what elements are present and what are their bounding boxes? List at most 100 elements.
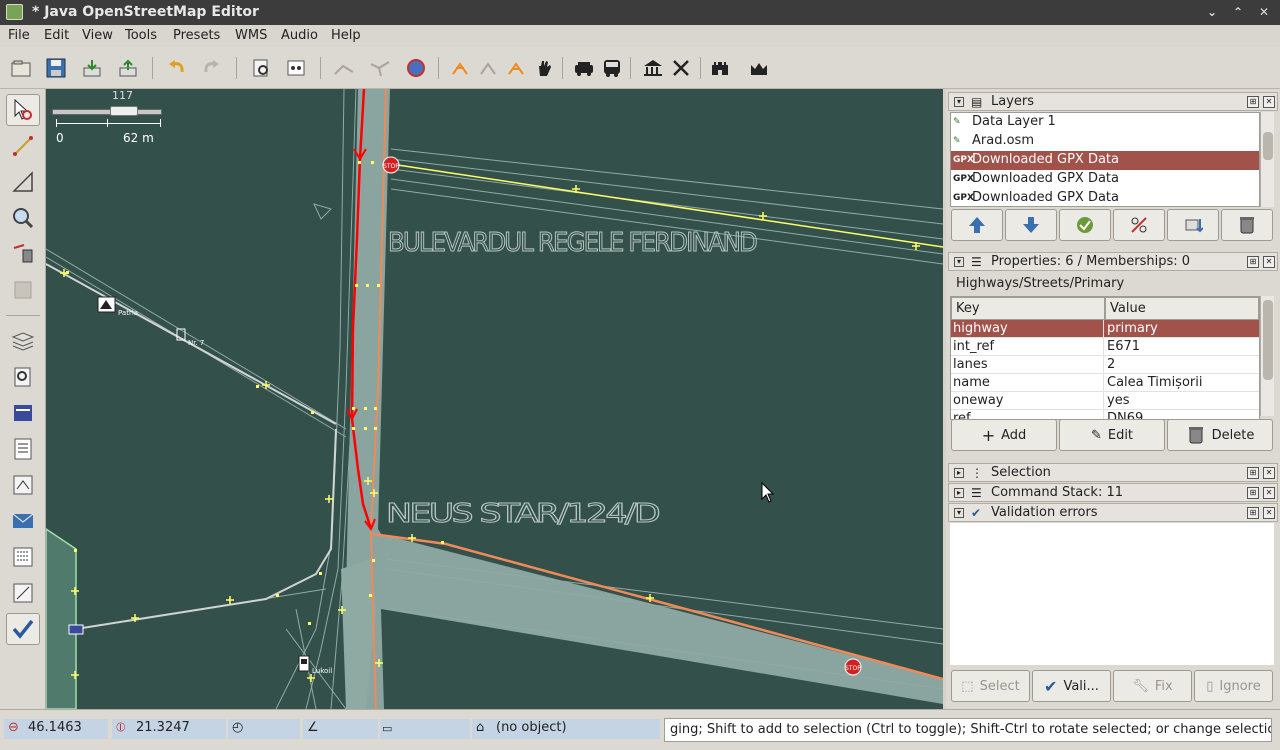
layers-scrollbar[interactable] [1260, 112, 1274, 207]
activate-layer-button[interactable] [1059, 209, 1111, 241]
redo-icon[interactable] [198, 55, 224, 81]
tag-row[interactable]: lanes 2 [951, 356, 1259, 374]
selection-header[interactable]: ▸ ⋮ Selection ⊞ ✕ [948, 463, 1278, 482]
key-column-header[interactable]: Key [951, 297, 1105, 320]
menu-audio[interactable]: Audio [281, 28, 318, 43]
menu-edit[interactable]: Edit [44, 28, 69, 43]
tag-row[interactable]: oneway yes [951, 392, 1259, 410]
split-way-icon[interactable] [331, 55, 357, 81]
crossing-icon[interactable] [668, 55, 694, 81]
layer-item-selected[interactable]: GPX Downloaded GPX Data [951, 151, 1259, 170]
stop-sign-east[interactable]: STOP [844, 658, 862, 676]
toggle-layers-icon[interactable] [6, 325, 40, 357]
side-road-southwest[interactable] [75, 428, 337, 630]
building-icon[interactable] [640, 55, 666, 81]
add-tag-button[interactable]: + Add [951, 419, 1057, 451]
toggle-visibility-button[interactable] [1113, 209, 1165, 241]
select-button[interactable]: ⬚ Select [951, 670, 1030, 702]
upload-icon[interactable] [115, 55, 141, 81]
poi-bus-stop-icon[interactable] [68, 624, 84, 635]
download-icon[interactable] [79, 55, 105, 81]
zoom-tool-icon[interactable] [6, 202, 40, 234]
align-circle-icon[interactable] [447, 55, 473, 81]
extrude-tool-icon[interactable] [6, 274, 40, 306]
collapse-icon[interactable]: ▾ [954, 97, 964, 107]
open-file-icon[interactable] [8, 55, 34, 81]
close-panel-icon[interactable]: ✕ [1263, 487, 1275, 499]
preferences-icon[interactable] [248, 55, 274, 81]
delete-tag-button[interactable]: Delete [1167, 419, 1273, 451]
undo-icon[interactable] [164, 55, 190, 81]
close-panel-icon[interactable]: ✕ [1263, 96, 1275, 108]
move-down-button[interactable] [1005, 209, 1057, 241]
delete-tool-icon[interactable] [6, 238, 40, 270]
collapse-icon[interactable]: ▾ [954, 257, 964, 267]
ignore-button[interactable]: ▯ Ignore [1194, 670, 1273, 702]
detach-icon[interactable]: ⊞ [1247, 96, 1259, 108]
minimize-icon[interactable]: ⌄ [1202, 3, 1222, 21]
collapse-icon[interactable]: ▾ [954, 508, 964, 518]
menu-presets[interactable]: Presets [173, 28, 220, 43]
orthogonalize-icon[interactable] [503, 55, 529, 81]
close-panel-icon[interactable]: ✕ [1263, 467, 1275, 479]
car-icon[interactable] [571, 55, 597, 81]
draw-tool-icon[interactable] [6, 130, 40, 162]
toggle-messages-icon[interactable] [6, 505, 40, 537]
reverse-way-icon[interactable] [403, 55, 429, 81]
align-line-icon[interactable] [475, 55, 501, 81]
layer-item[interactable]: ✎ Data Layer 1 [951, 113, 1259, 132]
close-panel-icon[interactable]: ✕ [1263, 256, 1275, 268]
validation-header[interactable]: ▾ ✔ Validation errors ⊞ ✕ [948, 503, 1278, 522]
save-icon[interactable] [43, 55, 69, 81]
combine-way-icon[interactable] [367, 55, 393, 81]
castle-icon[interactable] [707, 55, 733, 81]
move-up-button[interactable] [951, 209, 1003, 241]
edit-tag-button[interactable]: ✎ Edit [1059, 419, 1165, 451]
tag-row[interactable]: int_ref E671 [951, 338, 1259, 356]
layers-header[interactable]: ▾ ▤ Layers ⊞ ✕ [948, 92, 1278, 111]
expand-icon[interactable]: ▸ [954, 468, 964, 478]
value-column-header[interactable]: Value [1105, 297, 1259, 320]
toggle-validation-icon[interactable] [6, 613, 40, 645]
tag-row-selected[interactable]: highway primary [951, 320, 1259, 338]
validate-button[interactable]: ✔ Vali... [1032, 670, 1111, 702]
menu-tools[interactable]: Tools [125, 28, 157, 43]
select-tool-icon[interactable] [6, 94, 40, 126]
detach-icon[interactable]: ⊞ [1247, 507, 1259, 519]
menu-help[interactable]: Help [331, 28, 361, 43]
detach-icon[interactable]: ⊞ [1247, 467, 1259, 479]
close-panel-icon[interactable]: ✕ [1263, 507, 1275, 519]
measure-tool-icon[interactable] [6, 166, 40, 198]
scale-slider[interactable] [110, 106, 138, 116]
detach-icon[interactable]: ⊞ [1247, 487, 1259, 499]
close-icon[interactable]: ✕ [1254, 3, 1274, 21]
properties-scrollbar[interactable] [1260, 296, 1274, 416]
layer-item[interactable]: ✎ Arad.osm [951, 132, 1259, 151]
hand-icon[interactable] [531, 55, 557, 81]
properties-header[interactable]: ▾ ☰ Properties: 6 / Memberships: 0 ⊞ ✕ [948, 252, 1278, 271]
delete-layer-button[interactable] [1221, 209, 1273, 241]
detach-icon[interactable]: ⊞ [1247, 256, 1259, 268]
poi-theatre-icon[interactable] [97, 296, 116, 313]
wireframe-icon[interactable] [283, 55, 309, 81]
menu-file[interactable]: File [8, 28, 30, 43]
toggle-commands-icon[interactable] [6, 433, 40, 465]
merge-layer-button[interactable] [1167, 209, 1219, 241]
bus-icon[interactable] [599, 55, 625, 81]
tag-row[interactable]: name Calea Timișorii [951, 374, 1259, 392]
chart-icon[interactable] [747, 55, 773, 81]
command-stack-header[interactable]: ▸ ☰ Command Stack: 11 ⊞ ✕ [948, 483, 1278, 502]
map-canvas[interactable]: STOP STOP Patria Nr. 7 Lukoil BULEVARDUL… [46, 89, 943, 709]
toggle-history-icon[interactable] [6, 577, 40, 609]
maximize-icon[interactable]: ⌃ [1228, 3, 1248, 21]
toggle-filter-icon[interactable] [6, 541, 40, 573]
layer-item[interactable]: GPX Downloaded GPX Data [951, 189, 1259, 206]
toggle-conflicts-icon[interactable] [6, 469, 40, 501]
stop-sign-north[interactable]: STOP [382, 156, 400, 174]
toggle-selection-icon[interactable] [6, 397, 40, 429]
map-view[interactable]: STOP STOP Patria Nr. 7 Lukoil BULEVARDUL… [46, 89, 943, 709]
fix-button[interactable]: 🔧︎ Fix [1113, 670, 1192, 702]
layer-item[interactable]: GPX Downloaded GPX Data [951, 170, 1259, 189]
poi-fuel-icon[interactable] [298, 655, 310, 672]
toggle-properties-icon[interactable] [6, 361, 40, 393]
